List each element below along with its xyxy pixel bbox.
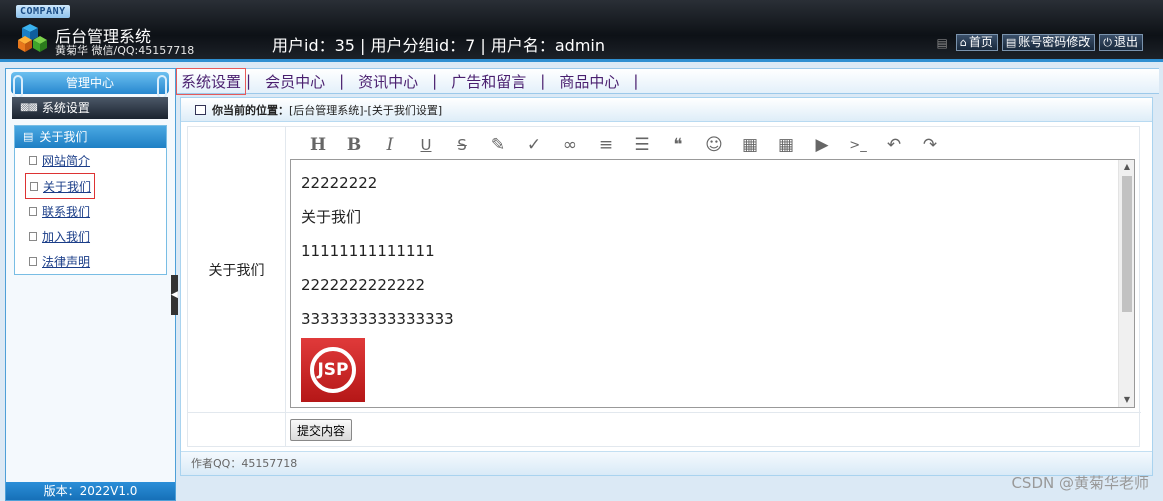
sidebar-item-intro[interactable]: 网站简介	[15, 148, 166, 173]
book-icon: ▤	[23, 130, 34, 143]
sidebar-header: 管理中心	[11, 72, 169, 99]
table-icon[interactable]: ▦	[768, 135, 804, 155]
rich-editor: H B I U S ✎ ✓ ∞ ≡ ☰ ❝ ☺ ▦ ▦ ▶ >_ ↶ ↷ 222…	[286, 127, 1141, 413]
system-subtitle: 黄菊华 微信/QQ:45157718	[55, 44, 195, 57]
tab-ads-messages[interactable]: 广告和留言	[437, 71, 540, 92]
top-nav: 系统设置 | 会员中心 | 资讯中心 | 广告和留言 | 商品中心 |	[176, 67, 1159, 95]
author-footer: 作者QQ：45157718	[181, 451, 1152, 475]
pin-icon	[157, 75, 167, 99]
power-icon: ⏻	[1103, 36, 1112, 49]
link-icon[interactable]: ∞	[552, 135, 588, 155]
align-icon[interactable]: ☰	[624, 135, 660, 155]
editor-toolbar: H B I U S ✎ ✓ ∞ ≡ ☰ ❝ ☺ ▦ ▦ ▶ >_ ↶ ↷	[290, 131, 1137, 159]
content-line: 关于我们	[301, 208, 362, 226]
heading-icon[interactable]: H	[300, 135, 336, 155]
brush-icon[interactable]: ✓	[516, 135, 552, 155]
scroll-thumb[interactable]	[1122, 176, 1132, 312]
password-button[interactable]: ▤ 账号密码修改	[1001, 34, 1096, 51]
emoji-icon[interactable]: ☺	[696, 135, 732, 155]
field-label: 关于我们	[188, 127, 286, 413]
submit-button[interactable]: 提交内容	[290, 419, 353, 441]
jsp-logo-image: JSP	[301, 338, 365, 402]
editor-scrollbar[interactable]: ▲ ▼	[1118, 160, 1134, 407]
sidebar-item-contact[interactable]: 联系我们	[15, 199, 166, 224]
version-label: 版本：2022V1.0	[6, 482, 175, 500]
home-button[interactable]: ⌂ 首页	[955, 34, 998, 51]
quote-icon[interactable]: ❝	[660, 135, 696, 155]
list-icon[interactable]: ≡	[588, 135, 624, 155]
cube-logo-icon	[18, 24, 47, 52]
pen-icon[interactable]: ✎	[480, 135, 516, 155]
breadcrumb: 你当前的位置： [后台管理系统]-[关于我们设置]	[181, 98, 1152, 122]
redo-icon[interactable]: ↷	[912, 135, 948, 155]
top-header: COMPANY 后台管理系统 黄菊华 微信/QQ:45157718 用户id：3…	[0, 0, 1163, 62]
panel-icon	[195, 104, 206, 115]
logout-button[interactable]: ⏻ 退出	[1099, 34, 1143, 51]
doc-icon	[29, 232, 37, 241]
italic-icon[interactable]: I	[372, 135, 408, 155]
edit-form: 关于我们 H B I U S ✎ ✓ ∞ ≡ ☰ ❝ ☺ ▦ ▦ ▶ >_ ↶	[187, 126, 1141, 447]
tab-member-center[interactable]: 会员中心	[251, 71, 339, 92]
underline-icon[interactable]: U	[408, 136, 444, 154]
tab-system-settings[interactable]: 系统设置	[176, 67, 247, 95]
sidebar-item-about[interactable]: 关于我们	[25, 173, 95, 199]
grip-icon: ▤	[936, 35, 948, 50]
tab-product-center[interactable]: 商品中心	[545, 71, 633, 92]
sidebar: 管理中心 ▩▩ 系统设置 ▤ 关于我们 网站简介 关于我们 联系我们 加入我们 …	[5, 68, 176, 501]
code-icon[interactable]: >_	[840, 138, 876, 153]
doc-icon	[29, 156, 37, 165]
sidebar-section[interactable]: ▩▩ 系统设置	[12, 97, 168, 119]
scroll-up-icon[interactable]: ▲	[1119, 160, 1134, 174]
collapse-toggle-icon[interactable]: ◀	[171, 275, 178, 315]
sidebar-item-join[interactable]: 加入我们	[15, 224, 166, 249]
home-icon: ⌂	[959, 36, 967, 49]
sidebar-group-header[interactable]: ▤ 关于我们	[15, 126, 166, 148]
sidebar-group: ▤ 关于我们 网站简介 关于我们 联系我们 加入我们 法律声明	[14, 125, 167, 275]
undo-icon[interactable]: ↶	[876, 135, 912, 155]
content-line: 3333333333333333	[301, 310, 454, 328]
company-badge: COMPANY	[16, 5, 70, 18]
image-icon[interactable]: ▦	[732, 135, 768, 155]
content-line: 11111111111111	[301, 242, 435, 260]
editor-content-area[interactable]: 22222222 关于我们 11111111111111 22222222222…	[290, 159, 1135, 408]
header-links: ▤ ⌂ 首页 ▤ 账号密码修改 ⏻ 退出	[937, 34, 1143, 51]
user-info: 用户id：35 | 用户分组id：7 | 用户名：admin	[272, 36, 606, 55]
doc-icon	[30, 181, 38, 191]
bold-icon[interactable]: B	[336, 135, 372, 155]
pin-icon	[13, 75, 23, 99]
watermark: CSDN @黄菊华老师	[1011, 474, 1149, 492]
list-icon: ▤	[1005, 36, 1017, 49]
tab-news-center[interactable]: 资讯中心	[344, 71, 432, 92]
doc-icon	[29, 207, 37, 216]
strikethrough-icon[interactable]: S	[444, 136, 480, 154]
doc-icon	[29, 257, 37, 266]
grid-icon: ▩▩	[20, 102, 38, 113]
sidebar-item-legal[interactable]: 法律声明	[15, 249, 166, 274]
main-content: 你当前的位置： [后台管理系统]-[关于我们设置] 关于我们 H B I U S…	[180, 97, 1153, 476]
content-line: 22222222	[301, 174, 378, 192]
content-line: 2222222222222	[301, 276, 426, 294]
video-icon[interactable]: ▶	[804, 135, 840, 155]
scroll-down-icon[interactable]: ▼	[1119, 393, 1134, 407]
